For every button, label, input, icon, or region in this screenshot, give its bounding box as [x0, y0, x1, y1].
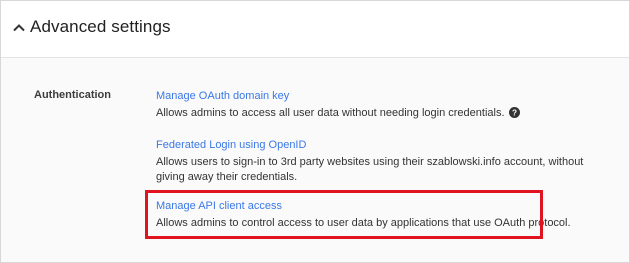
panel-header[interactable]: Advanced settings [1, 1, 629, 58]
help-icon[interactable]: ? [508, 107, 520, 118]
setting-description-line: giving away their credentials. [156, 171, 298, 183]
federated-login-link[interactable]: Federated Login using OpenID [156, 138, 596, 152]
panel-title: Advanced settings [30, 17, 171, 36]
setting-federated-login: Federated Login using OpenID Allows user… [156, 138, 596, 185]
manage-oauth-domain-key-link[interactable]: Manage OAuth domain key [156, 89, 596, 103]
setting-description: Allows admins to access all user data wi… [156, 106, 596, 121]
setting-oauth-domain-key: Manage OAuth domain key Allows admins to… [156, 89, 596, 121]
section-label-authentication: Authentication [34, 89, 111, 101]
highlight-annotation-box [145, 190, 543, 239]
chevron-up-icon[interactable] [11, 20, 27, 36]
setting-description-text: Allows admins to access all user data wi… [156, 107, 505, 119]
advanced-settings-panel: Advanced settings Authentication Manage … [0, 0, 630, 263]
setting-description: Allows users to sign-in to 3rd party web… [156, 155, 596, 185]
setting-description-line: Allows users to sign-in to 3rd party web… [156, 156, 584, 168]
svg-text:?: ? [512, 108, 517, 117]
